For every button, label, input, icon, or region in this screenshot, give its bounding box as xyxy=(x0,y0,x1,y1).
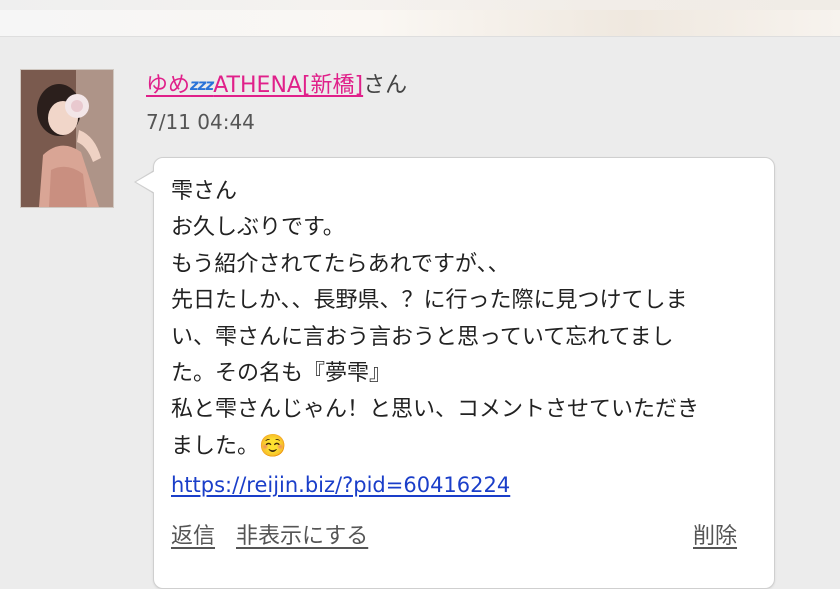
smile-emoji-icon: ☺️ xyxy=(259,433,287,459)
username-link[interactable]: ゆめzzzATHENA[新橋] xyxy=(146,73,363,98)
shop-name: ATHENA[新橋] xyxy=(213,73,364,98)
message-line-text: ました。 xyxy=(171,433,260,459)
message-line-last: ました。☺️ xyxy=(171,429,761,465)
message-line: た。その名も『夢雫』 xyxy=(171,361,392,387)
message-line: 私と雫さんじゃん！と思い、コメントさせていただき xyxy=(171,397,700,423)
reply-button[interactable]: 返信 xyxy=(171,522,215,552)
message-line: い、雫さんに言おう言おうと思っていて忘れてまし xyxy=(171,324,674,350)
zzz-icon: zzz xyxy=(190,76,214,94)
comment-message: 雫さん お久しぶりです。 もう紹介されてたらあれですが、、 先日たしか、、長野県… xyxy=(171,174,761,465)
comment-timestamp: 7/11 04:44 xyxy=(146,110,255,134)
avatar-photo xyxy=(21,70,113,207)
username-text: ゆめ xyxy=(146,73,191,98)
header-banner xyxy=(0,0,840,37)
comment-header: ゆめzzzATHENA[新橋]さん xyxy=(146,70,407,101)
message-line: もう紹介されてたらあれですが、、 xyxy=(171,251,510,277)
honorific: さん xyxy=(363,73,408,98)
shop-link[interactable]: https://reijin.biz/?pid=60416224 xyxy=(171,470,510,500)
header-banner-image xyxy=(0,10,840,36)
delete-button[interactable]: 削除 xyxy=(693,522,737,552)
message-line: 先日たしか、、長野県、？に行った際に見つけてしま xyxy=(171,288,688,314)
message-line: お久しぶりです。 xyxy=(171,215,345,241)
avatar[interactable] xyxy=(20,69,114,208)
message-line: 雫さん xyxy=(171,179,238,204)
hide-button[interactable]: 非表示にする xyxy=(236,522,368,552)
bubble-tail xyxy=(136,171,155,193)
